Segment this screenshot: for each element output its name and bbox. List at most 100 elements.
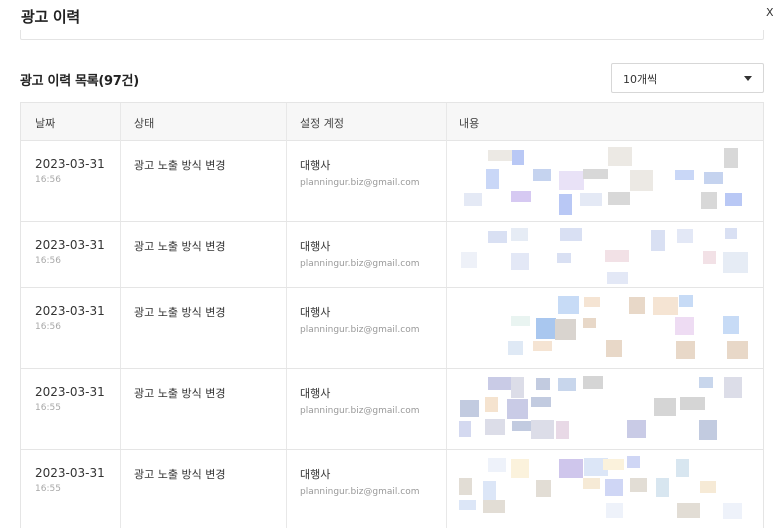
blurred-content-block xyxy=(488,458,506,472)
blurred-content-block xyxy=(608,147,632,166)
date-cell: 2023-03-31 16:55 xyxy=(35,466,105,494)
history-table: 날짜 상태 설정 계정 내용 2023-03-31 16:56 광고 노출 방식 변… xyxy=(20,102,764,528)
blurred-content-block xyxy=(680,397,705,410)
page-size-value: 10개씩 xyxy=(623,73,658,86)
blurred-content-block xyxy=(486,169,499,189)
blurred-content-block xyxy=(511,316,530,326)
blurred-content-block xyxy=(483,481,496,502)
close-icon[interactable]: X xyxy=(766,6,773,19)
blurred-content-block xyxy=(536,378,550,390)
row-date: 2023-03-31 xyxy=(35,238,105,252)
column-header-status: 상태 xyxy=(134,117,155,130)
page-size-select[interactable]: 10개씩 xyxy=(611,63,764,93)
blurred-content-block xyxy=(583,169,608,179)
blurred-content-block xyxy=(725,193,742,206)
blurred-content-block xyxy=(511,228,528,241)
blurred-content-block xyxy=(653,297,678,315)
blurred-content-block xyxy=(723,252,748,273)
blurred-content-block xyxy=(512,421,532,431)
blurred-content-block xyxy=(511,191,531,202)
row-date: 2023-03-31 xyxy=(35,385,105,399)
blurred-content-block xyxy=(507,399,528,419)
blurred-content-block xyxy=(679,295,693,307)
row-date: 2023-03-31 xyxy=(35,304,105,318)
blurred-content-block xyxy=(485,419,505,435)
blurred-content-block xyxy=(485,397,498,412)
row-status: 광고 노출 방식 변경 xyxy=(134,387,226,400)
blurred-content-block xyxy=(511,377,524,398)
row-account-email: planningur.biz@gmail.com xyxy=(300,406,420,416)
blurred-content-block xyxy=(531,420,554,439)
blurred-content-block xyxy=(459,421,471,437)
row-status: 광고 노출 방식 변경 xyxy=(134,306,226,319)
account-cell: 대행사 planningur.biz@gmail.com xyxy=(300,157,420,188)
row-account-email: planningur.biz@gmail.com xyxy=(300,325,420,335)
table-row[interactable]: 2023-03-31 16:56 광고 노출 방식 변경 대행사 planningur.… xyxy=(21,288,763,369)
table-row[interactable]: 2023-03-31 16:56 광고 노출 방식 변경 대행사 planningur.… xyxy=(21,222,763,288)
blurred-content-block xyxy=(559,194,572,215)
blurred-content-block xyxy=(700,481,716,493)
row-date: 2023-03-31 xyxy=(35,466,105,480)
blurred-content-block xyxy=(724,377,742,398)
blurred-content-block xyxy=(556,421,569,439)
date-cell: 2023-03-31 16:56 xyxy=(35,157,105,185)
table-header: 날짜 상태 설정 계정 내용 xyxy=(21,103,763,141)
blurred-content-block xyxy=(533,341,552,351)
blurred-content-block xyxy=(603,459,624,470)
page-title: 광고 이력 xyxy=(21,8,80,26)
column-header-account: 설정 계정 xyxy=(300,117,344,130)
blurred-content-block xyxy=(558,378,576,391)
blurred-content-block xyxy=(558,296,579,314)
blurred-content-block xyxy=(533,169,551,181)
blurred-content-block xyxy=(555,319,576,340)
blurred-content-block xyxy=(675,317,694,335)
row-account-name: 대행사 xyxy=(300,387,331,400)
blurred-content-block xyxy=(654,398,676,416)
row-account-name: 대행사 xyxy=(300,240,331,253)
table-row[interactable]: 2023-03-31 16:55 광고 노출 방식 변경 대행사 planningur.… xyxy=(21,369,763,450)
blurred-content-block xyxy=(606,340,622,357)
table-row[interactable]: 2023-03-31 16:56 광고 노출 방식 변경 대행사 planningur.… xyxy=(21,141,763,222)
row-time: 16:55 xyxy=(35,484,61,494)
blurred-content-block xyxy=(559,171,584,190)
date-cell: 2023-03-31 16:55 xyxy=(35,385,105,413)
account-cell: 대행사 planningur.biz@gmail.com xyxy=(300,385,420,416)
blurred-content-block xyxy=(488,231,507,243)
blurred-content-block xyxy=(512,150,524,165)
column-header-content: 내용 xyxy=(459,117,480,130)
blurred-content-block xyxy=(605,479,623,496)
blurred-content-block xyxy=(677,503,700,518)
blurred-content-block xyxy=(508,341,523,355)
blurred-content-block xyxy=(723,316,739,334)
blurred-content-block xyxy=(699,420,717,440)
blurred-content-block xyxy=(677,229,693,243)
blurred-content-block xyxy=(531,397,551,407)
blurred-content-block xyxy=(536,480,551,497)
account-cell: 대행사 planningur.biz@gmail.com xyxy=(300,238,420,269)
blurred-content-block xyxy=(703,251,716,264)
table-row[interactable]: 2023-03-31 16:55 광고 노출 방식 변경 대행사 planningur.… xyxy=(21,450,763,528)
blurred-content-block xyxy=(464,193,482,206)
blurred-content-block xyxy=(701,192,717,209)
blurred-content-block xyxy=(676,341,695,359)
blurred-content-block xyxy=(557,253,571,263)
blurred-content-block xyxy=(704,172,723,184)
blurred-content-block xyxy=(511,459,529,478)
blurred-content-block xyxy=(630,478,647,492)
blurred-content-block xyxy=(630,170,653,191)
list-title: 광고 이력 목록(97건) xyxy=(20,74,139,89)
blurred-content-block xyxy=(724,148,738,168)
blurred-content-block xyxy=(656,478,669,497)
blurred-content-block xyxy=(699,377,713,388)
blurred-content-block xyxy=(584,297,600,307)
row-time: 16:55 xyxy=(35,403,61,413)
blurred-content-block xyxy=(675,170,694,180)
blurred-content-block xyxy=(676,459,689,477)
row-account-email: planningur.biz@gmail.com xyxy=(300,259,420,269)
blurred-content-block xyxy=(559,459,583,478)
blurred-content-block xyxy=(483,500,505,513)
blurred-content-block xyxy=(461,252,477,268)
row-account-name: 대행사 xyxy=(300,306,331,319)
row-account-name: 대행사 xyxy=(300,468,331,481)
blurred-content-block xyxy=(606,503,623,518)
